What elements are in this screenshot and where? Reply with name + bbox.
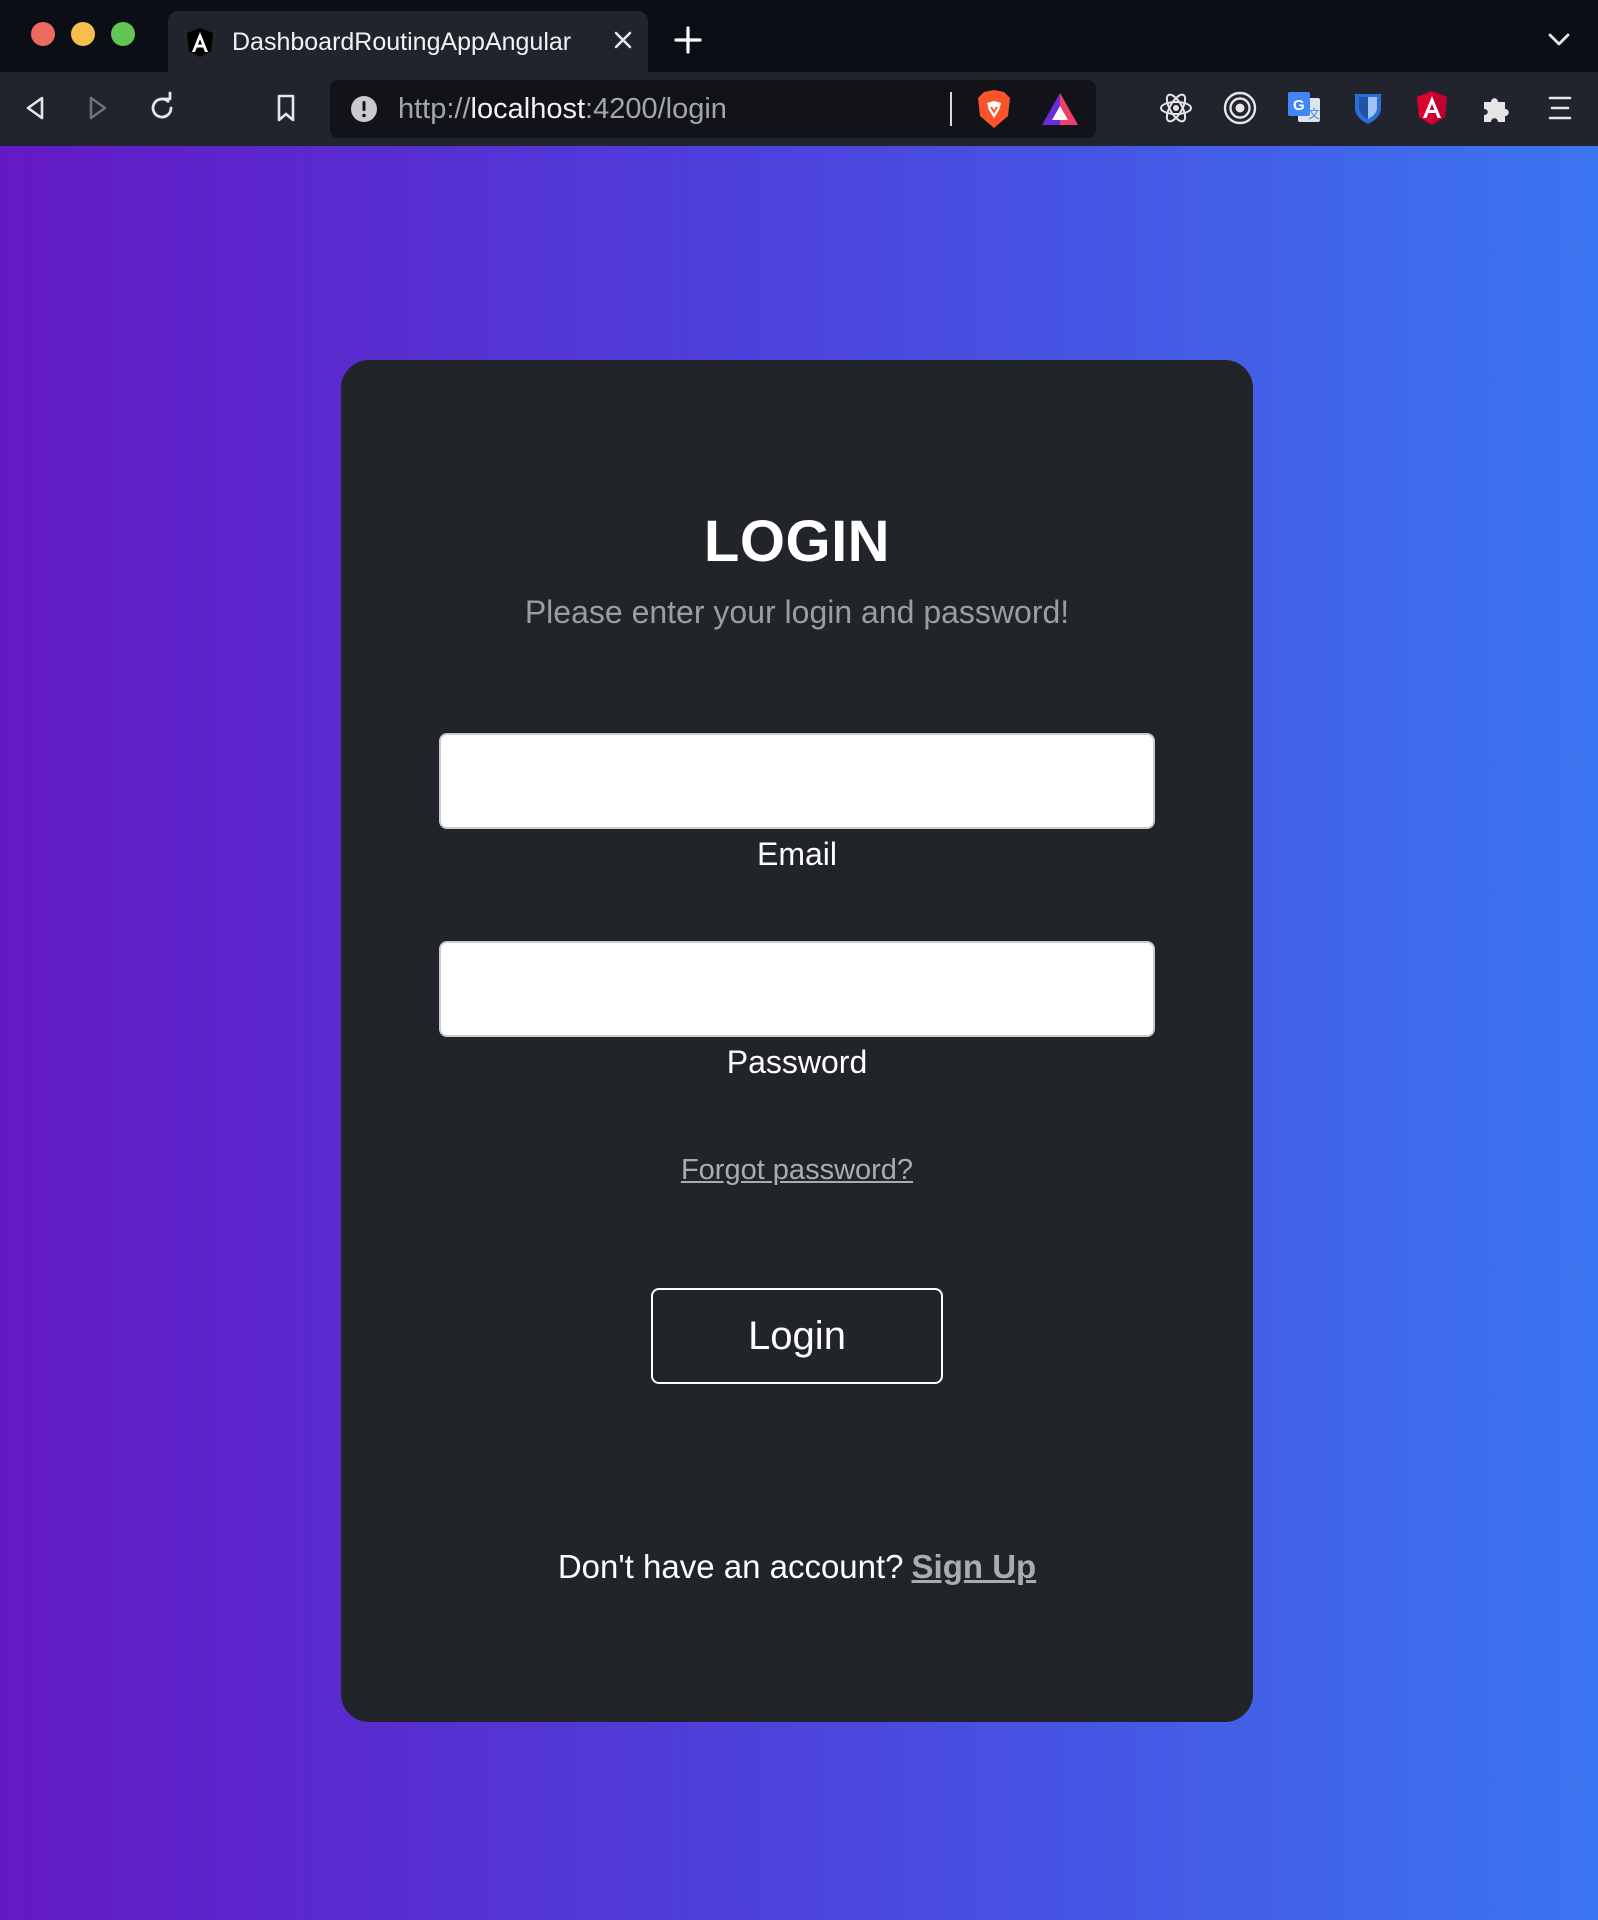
tab-bar: DashboardRoutingAppAngular bbox=[0, 0, 1598, 72]
back-icon[interactable] bbox=[17, 90, 53, 126]
menu-icon[interactable] bbox=[1540, 88, 1580, 128]
password-input[interactable] bbox=[439, 941, 1155, 1037]
google-translate-icon[interactable]: G 文 bbox=[1284, 88, 1324, 128]
url-text: http://localhost:4200/login bbox=[398, 93, 727, 126]
forward-icon[interactable] bbox=[80, 90, 116, 126]
email-input[interactable] bbox=[439, 733, 1155, 829]
login-subtitle: Please enter your login and password! bbox=[524, 594, 1070, 630]
minimize-window-button[interactable] bbox=[71, 22, 95, 46]
close-window-button[interactable] bbox=[31, 22, 55, 46]
info-icon[interactable] bbox=[350, 95, 378, 123]
email-label: Email bbox=[756, 836, 837, 872]
url-host: localhost bbox=[470, 93, 586, 125]
bookmark-icon[interactable] bbox=[268, 90, 304, 126]
chevron-down-icon[interactable] bbox=[1544, 30, 1574, 50]
brave-rewards-icon[interactable] bbox=[1040, 90, 1080, 128]
puzzle-icon[interactable] bbox=[1476, 88, 1516, 128]
forgot-password-row: Forgot password? bbox=[341, 1154, 1253, 1187]
active-tab[interactable]: DashboardRoutingAppAngular bbox=[168, 11, 648, 72]
reload-icon[interactable] bbox=[144, 90, 180, 126]
login-button[interactable]: Login bbox=[651, 1288, 943, 1384]
url-divider bbox=[950, 92, 952, 126]
target-extension-icon[interactable] bbox=[1220, 88, 1260, 128]
tab-title: DashboardRoutingAppAngular bbox=[232, 28, 572, 56]
svg-text:G: G bbox=[1293, 97, 1305, 114]
brave-shields-icon[interactable] bbox=[974, 88, 1014, 130]
angular-icon bbox=[187, 28, 213, 57]
address-bar[interactable]: http://localhost:4200/login bbox=[330, 80, 1096, 138]
forgot-password-link[interactable]: Forgot password? bbox=[681, 1154, 913, 1186]
signup-link[interactable]: Sign Up bbox=[912, 1548, 1037, 1585]
signup-prompt: Don't have an account? bbox=[557, 1548, 904, 1585]
bitwarden-shield-icon[interactable] bbox=[1348, 88, 1388, 128]
url-path: :4200/login bbox=[585, 93, 727, 125]
svg-text:文: 文 bbox=[1308, 106, 1320, 121]
maximize-window-button[interactable] bbox=[111, 22, 135, 46]
password-label: Password bbox=[726, 1044, 868, 1080]
signup-prompt-row: Don't have an account? Sign Up bbox=[341, 1548, 1253, 1586]
react-devtools-icon[interactable] bbox=[1156, 88, 1196, 128]
login-title: LOGIN bbox=[703, 509, 891, 574]
angular-devtools-icon[interactable] bbox=[1412, 88, 1452, 128]
close-tab-icon[interactable] bbox=[608, 25, 638, 55]
url-scheme: http:// bbox=[398, 93, 471, 125]
page-background: LOGIN Please enter your login and passwo… bbox=[0, 146, 1598, 1920]
login-card: LOGIN Please enter your login and passwo… bbox=[341, 360, 1253, 1722]
browser-toolbar: http://localhost:4200/login G 文 bbox=[0, 72, 1598, 146]
new-tab-icon[interactable] bbox=[672, 24, 704, 56]
